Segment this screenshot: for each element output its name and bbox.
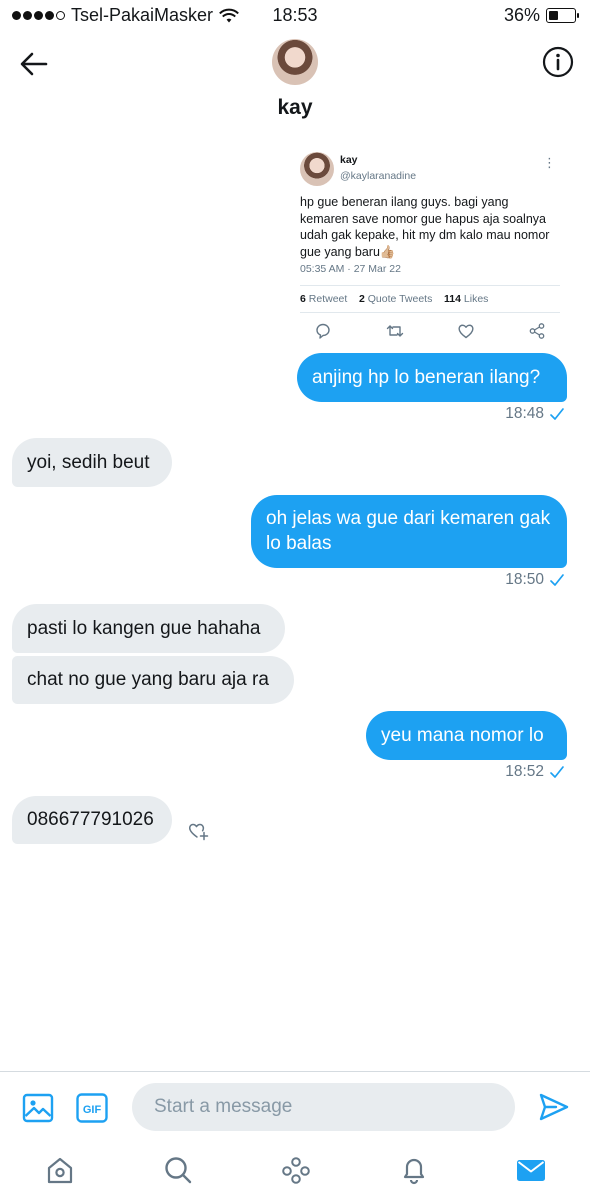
outgoing-message[interactable]: oh jelas wa gue dari kemaren gak lo bala… <box>251 495 567 568</box>
check-icon <box>550 766 564 778</box>
spaces-icon[interactable] <box>281 1155 311 1185</box>
gif-icon[interactable]: GIF <box>76 1092 108 1124</box>
check-icon <box>550 574 564 586</box>
message-time: 18:52 <box>505 763 544 780</box>
reply-icon[interactable] <box>314 322 332 340</box>
retweet-label[interactable]: Retweet <box>309 293 348 305</box>
like-label[interactable]: Likes <box>464 293 489 305</box>
search-icon[interactable] <box>163 1155 193 1185</box>
tweet-timestamp[interactable]: 05:35 AM · 27 Mar 22 <box>300 263 401 275</box>
divider <box>300 285 560 286</box>
outgoing-message[interactable]: yeu mana nomor lo <box>366 711 567 760</box>
message-time: 18:50 <box>505 571 544 588</box>
tweet-author-avatar[interactable] <box>300 152 334 186</box>
tweet-author-handle[interactable]: @kaylaranadine <box>340 170 416 182</box>
notifications-icon[interactable] <box>399 1155 429 1185</box>
heart-icon[interactable] <box>457 322 475 340</box>
incoming-message[interactable]: 086677791026 <box>12 796 172 844</box>
divider <box>300 312 560 313</box>
send-icon[interactable] <box>538 1091 570 1123</box>
retweet-count[interactable]: 6 <box>300 293 306 305</box>
message-composer: GIF <box>0 1071 590 1141</box>
status-bar-right: 36% <box>503 5 579 26</box>
add-reaction-icon[interactable] <box>186 818 210 842</box>
battery-icon <box>546 8 579 23</box>
incoming-message[interactable]: pasti lo kangen gue hahaha <box>12 604 285 653</box>
message-input[interactable] <box>132 1083 515 1131</box>
retweet-icon[interactable] <box>386 322 404 340</box>
image-icon[interactable] <box>22 1092 54 1124</box>
check-icon <box>550 408 564 420</box>
tweet-stats: 6 Retweet 2 Quote Tweets 114 Likes <box>300 292 560 305</box>
messages-icon[interactable] <box>516 1155 546 1185</box>
incoming-message[interactable]: chat no gue yang baru aja ra <box>12 656 294 704</box>
home-icon[interactable] <box>45 1155 75 1185</box>
status-time: 18:53 <box>272 5 318 25</box>
gif-label: GIF <box>83 1104 102 1116</box>
status-bar: Tsel-PakaiMasker 18:53 36% <box>0 0 590 32</box>
message-time: 18:48 <box>505 405 544 422</box>
incoming-message[interactable]: yoi, sedih beut <box>12 438 172 487</box>
message-status: 18:48 <box>505 405 565 423</box>
quote-count[interactable]: 2 <box>359 293 365 305</box>
more-options-icon[interactable]: ⋮ <box>543 156 556 169</box>
message-status: 18:52 <box>505 763 565 781</box>
message-status: 18:50 <box>505 571 565 589</box>
share-icon[interactable] <box>528 322 546 340</box>
quote-label[interactable]: Quote Tweets <box>368 293 433 305</box>
shared-tweet-card[interactable]: kay @kaylaranadine ⋮ hp gue beneran ilan… <box>292 142 568 352</box>
tweet-text: hp gue beneran ilang guys. bagi yang kem… <box>300 195 550 259</box>
outgoing-message[interactable]: anjing hp lo beneran ilang? <box>297 353 567 402</box>
contact-avatar[interactable] <box>272 39 318 85</box>
conversation-header: kay <box>0 32 590 132</box>
info-icon[interactable] <box>542 46 574 78</box>
tweet-author-name[interactable]: kay <box>340 154 358 166</box>
arrow-left-icon[interactable] <box>16 46 52 82</box>
tweet-actions <box>300 320 560 344</box>
bottom-tab-bar <box>0 1141 590 1200</box>
battery-percentage: 36% <box>503 5 540 25</box>
contact-name[interactable]: kay <box>0 96 590 120</box>
like-count[interactable]: 114 <box>444 293 461 305</box>
